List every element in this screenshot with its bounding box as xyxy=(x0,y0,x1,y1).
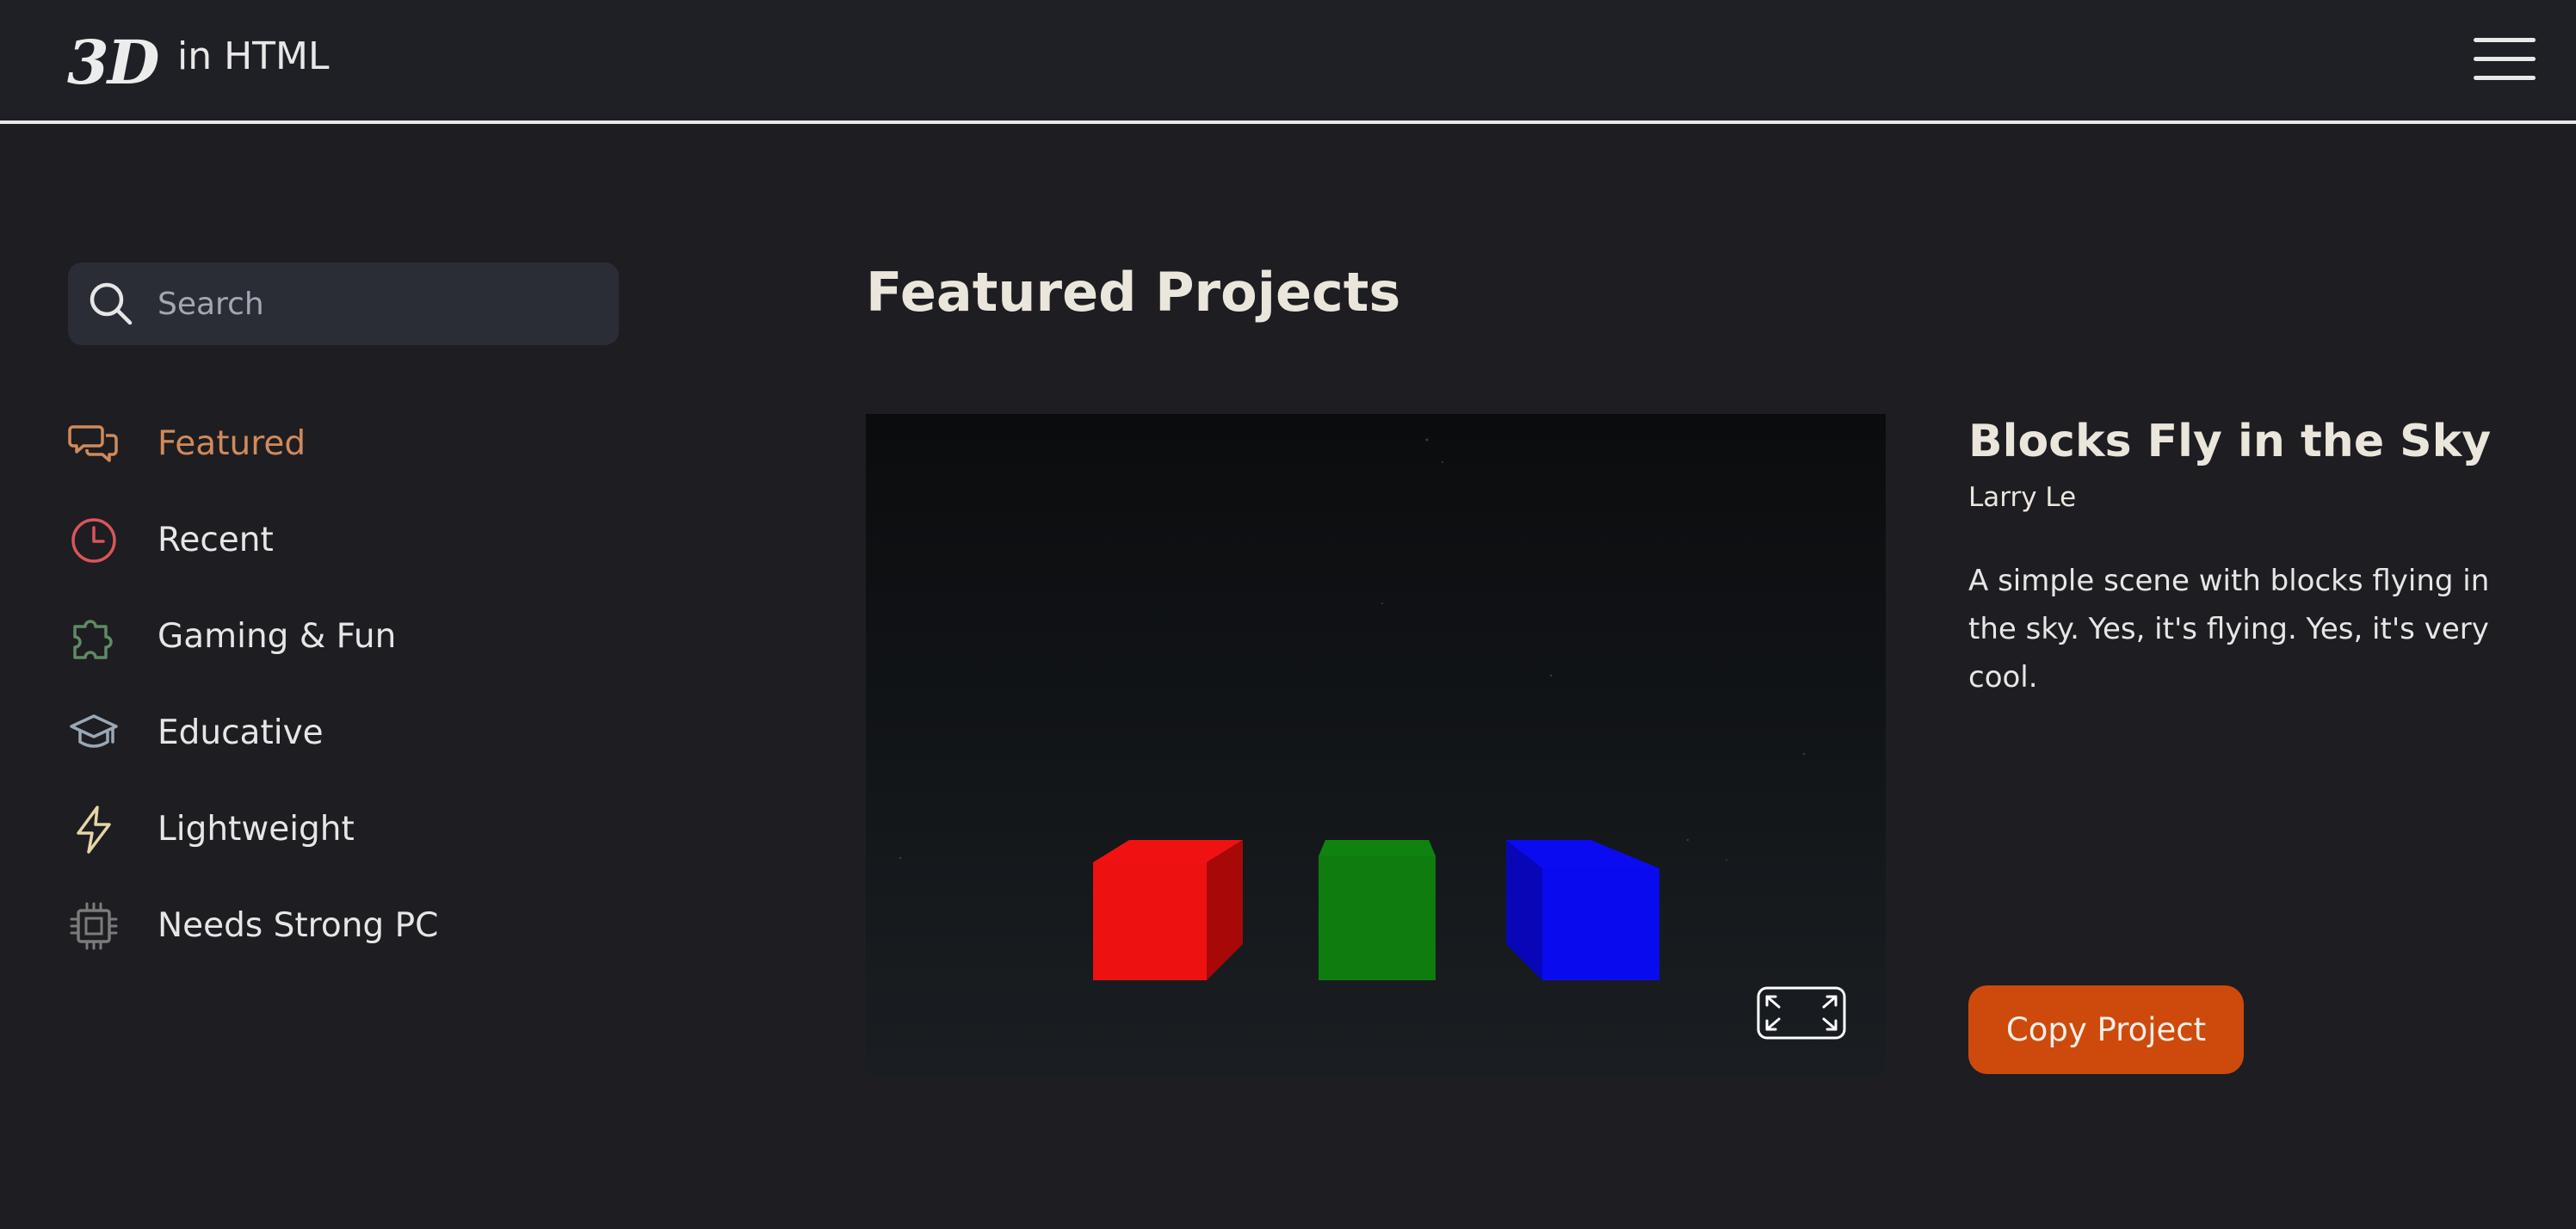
sidebar-item-label: Educative xyxy=(158,713,324,752)
sidebar-item-recent[interactable]: Recent xyxy=(68,506,619,575)
hamburger-menu-icon[interactable] xyxy=(2474,38,2536,81)
sidebar-item-educative[interactable]: Educative xyxy=(68,699,619,768)
graduation-cap-icon xyxy=(70,714,118,748)
search-box xyxy=(68,262,619,345)
chat-bubbles-icon xyxy=(68,425,118,462)
sidebar-item-needs-strong-pc[interactable]: Needs Strong PC xyxy=(68,892,619,960)
sidebar-item-lightweight[interactable]: Lightweight xyxy=(68,795,619,864)
green-block xyxy=(1319,840,1436,980)
project-author[interactable]: Larry Le xyxy=(1968,479,2076,516)
page-title: Featured Projects xyxy=(866,261,1401,324)
sidebar-item-label: Lightweight xyxy=(158,810,355,849)
lightning-icon xyxy=(77,806,111,854)
cpu-chip-icon xyxy=(70,902,118,950)
sidebar-item-featured[interactable]: Featured xyxy=(68,410,619,479)
copy-project-button[interactable]: Copy Project xyxy=(1968,985,2244,1074)
project-preview-canvas[interactable] xyxy=(866,414,1886,1077)
sidebar-item-label: Needs Strong PC xyxy=(158,906,439,945)
puzzle-icon xyxy=(73,620,113,659)
sidebar-item-label: Gaming & Fun xyxy=(158,617,397,656)
sidebar-item-label: Recent xyxy=(158,521,274,559)
clock-icon xyxy=(71,518,116,563)
project-description: A simple scene with blocks flying in the… xyxy=(1968,564,2490,695)
search-input[interactable] xyxy=(158,280,588,328)
logo-text[interactable]: in HTML xyxy=(177,33,330,81)
fullscreen-icon[interactable] xyxy=(1757,986,1846,1040)
star-field xyxy=(899,438,1806,861)
blue-block xyxy=(1506,840,1659,980)
red-block xyxy=(1093,840,1243,980)
search-icon xyxy=(90,282,133,325)
project-title[interactable]: Blocks Fly in the Sky xyxy=(1968,411,2491,472)
logo-mark[interactable]: 3D xyxy=(67,24,159,102)
sidebar-item-label: Featured xyxy=(158,424,306,463)
top-navigation-bar: 3D in HTML xyxy=(0,0,2576,124)
sidebar-item-gaming-fun[interactable]: Gaming & Fun xyxy=(68,602,619,671)
3d-scene xyxy=(899,438,1806,980)
